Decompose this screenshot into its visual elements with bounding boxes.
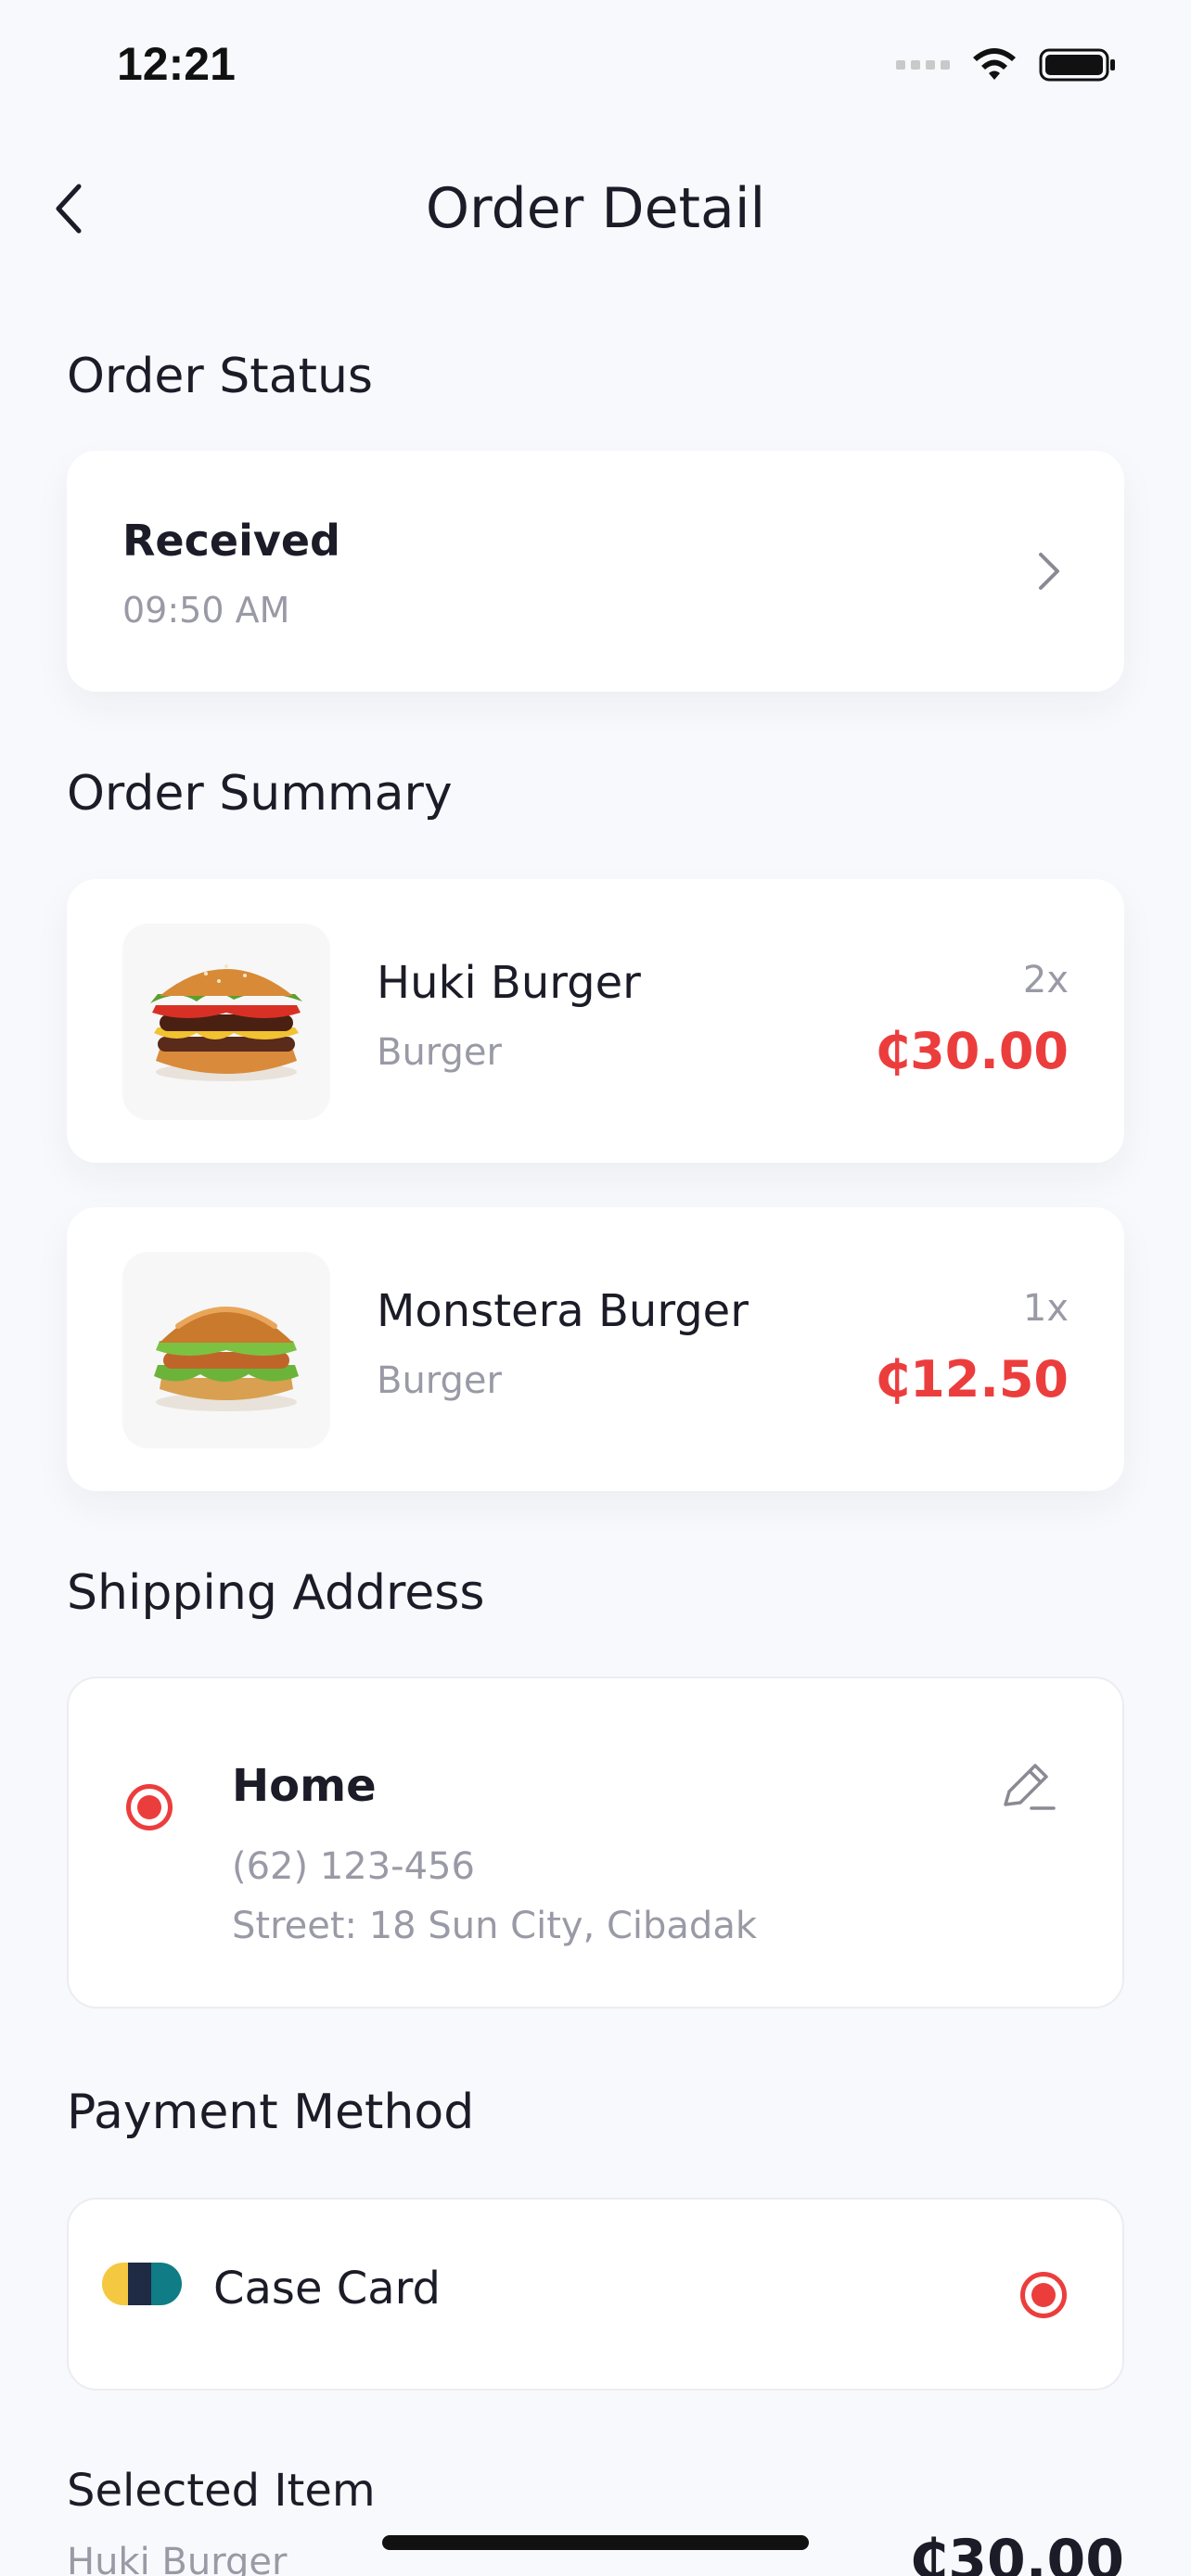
pencil-icon[interactable] [998,1756,1057,1816]
wifi-icon [973,48,1016,80]
radio-selected-icon[interactable] [1020,2272,1067,2318]
item-name: Monstera Burger [377,1285,749,1337]
address-phone: (62) 123-456 [232,1845,475,1888]
status-bar: 12:21 [0,0,1191,130]
order-item-card[interactable]: Huki Burger Burger 2x ₵30.00 [67,879,1124,1163]
item-price: ₵30.00 [875,1022,1069,1080]
card-icon [102,2263,182,2305]
payment-method-title: Payment Method [67,2085,475,2140]
order-status-label: Received [122,516,340,566]
address-label: Home [232,1760,377,1812]
address-street: Street: 18 Sun City, Cibadak [232,1905,757,1947]
status-icons [896,46,1117,83]
shipping-address-card[interactable]: Home (62) 123-456 Street: 18 Sun City, C… [67,1677,1124,2009]
radio-selected-icon[interactable] [126,1784,173,1830]
header: Order Detail [0,158,1191,260]
item-name: Huki Burger [377,957,641,1009]
selected-item-price: ₵30.00 [909,2528,1124,2576]
item-quantity: 2x [1022,959,1069,1001]
item-price: ₵12.50 [875,1350,1069,1409]
payment-method-card[interactable]: Case Card [67,2198,1124,2391]
status-time: 12:21 [117,38,236,90]
item-category: Burger [377,1359,502,1402]
payment-method-label: Case Card [213,2263,442,2315]
page-title: Order Detail [425,176,766,241]
order-item-card[interactable]: Monstera Burger Burger 1x ₵12.50 [67,1207,1124,1491]
order-detail-screen: 12:21 Order Detail Order Status Received… [0,0,1191,2576]
order-status-card[interactable]: Received 09:50 AM [67,451,1124,692]
item-quantity: 1x [1022,1287,1069,1330]
selected-item-title: Selected Item [67,2465,376,2517]
battery-icon [1039,48,1115,82]
selected-item-name: Huki Burger [67,2541,288,2576]
signal-icon [896,60,950,70]
home-indicator [382,2535,809,2550]
order-status-time: 09:50 AM [122,590,290,631]
order-status-title: Order Status [67,349,374,404]
item-category: Burger [377,1031,502,1074]
chevron-right-icon[interactable] [1031,543,1069,599]
shipping-address-title: Shipping Address [67,1565,485,1621]
burger-image [122,1252,330,1448]
burger-image [122,924,330,1120]
order-summary-title: Order Summary [67,766,453,822]
